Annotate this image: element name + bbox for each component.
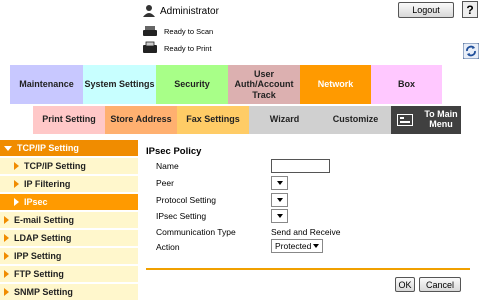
triangle-right-icon <box>14 180 19 188</box>
logout-button[interactable]: Logout <box>398 2 454 18</box>
tab-fax-settings[interactable]: Fax Settings <box>177 106 249 134</box>
communication-type-value: Send and Receive <box>271 227 341 237</box>
tab-wizard[interactable]: Wizard <box>249 106 320 134</box>
help-button[interactable]: ? <box>462 1 478 18</box>
ipsec-policy-panel: IPsec Policy Name Peer Protocol Setting … <box>146 140 470 303</box>
sidebar-subitem-tcpip-setting[interactable]: TCP/IP Setting <box>0 158 138 175</box>
sidebar-item-label: TCP/IP Setting <box>24 161 86 171</box>
tab-customize[interactable]: Customize <box>320 106 391 134</box>
menu-icon <box>397 114 413 126</box>
admin-indicator: Administrator <box>142 2 219 20</box>
triangle-right-icon <box>4 270 9 278</box>
sidebar-item-label: E-mail Setting <box>14 215 75 225</box>
chevron-down-icon <box>276 214 283 218</box>
sidebar-item-label: IPsec <box>24 197 48 207</box>
sidebar-item-label: TCP/IP Setting <box>17 143 79 153</box>
sidebar-item-label: IP Filtering <box>24 179 71 189</box>
triangle-right-icon <box>4 288 9 296</box>
sidebar-item-label: IPP Setting <box>14 251 62 261</box>
triangle-right-icon <box>4 234 9 242</box>
triangle-right-icon <box>4 252 9 260</box>
tab-store-address[interactable]: Store Address <box>105 106 177 134</box>
tab-print-setting[interactable]: Print Setting <box>33 106 105 134</box>
communication-type-label: Communication Type <box>156 227 236 237</box>
tab-maintenance[interactable]: Maintenance <box>10 65 83 104</box>
name-input[interactable] <box>271 159 330 173</box>
printer-icon <box>143 41 157 53</box>
action-label: Action <box>156 242 180 252</box>
scan-status: Ready to Scan <box>142 24 213 38</box>
ipsec-setting-select[interactable] <box>271 209 288 223</box>
protocol-setting-label: Protocol Setting <box>156 195 217 205</box>
protocol-setting-select[interactable] <box>271 193 288 207</box>
sidebar-item-label: SNMP Setting <box>14 287 73 297</box>
refresh-icon[interactable] <box>463 43 479 59</box>
tab-system-settings[interactable]: System Settings <box>83 65 156 104</box>
sidebar-item-ftp-setting[interactable]: FTP Setting <box>0 266 138 283</box>
tab-box[interactable]: Box <box>371 65 442 104</box>
tab-user-auth[interactable]: User Auth/Account Track <box>228 65 300 104</box>
sidebar-subitem-ip-filtering[interactable]: IP Filtering <box>0 176 138 193</box>
sidebar-subitem-ipsec[interactable]: IPsec <box>0 194 138 211</box>
action-select[interactable]: Protected <box>271 239 323 253</box>
cancel-button[interactable]: Cancel <box>419 277 461 292</box>
tab-security[interactable]: Security <box>156 65 228 104</box>
print-status-text: Ready to Print <box>164 43 212 53</box>
sidebar-item-label: LDAP Setting <box>14 233 72 243</box>
chevron-down-icon <box>313 244 319 248</box>
top-bar: Administrator Logout ? Ready to Scan Rea… <box>0 0 500 62</box>
sidebar-item-tcpip-setting[interactable]: TCP/IP Setting <box>0 140 138 157</box>
scan-status-text: Ready to Scan <box>164 26 214 36</box>
to-main-menu-label: To Main Menu <box>424 109 458 129</box>
to-main-menu-button[interactable]: To Main Menu <box>391 106 461 134</box>
sub-tabs: Print Setting Store Address Fax Settings… <box>33 106 461 134</box>
sidebar: TCP/IP Setting TCP/IP Setting IP Filteri… <box>0 140 138 303</box>
name-label: Name <box>156 161 179 171</box>
expanded-triangle-icon <box>4 145 12 151</box>
sidebar-item-ipp-setting[interactable]: IPP Setting <box>0 248 138 265</box>
triangle-right-icon <box>14 198 19 206</box>
main-tabs: Maintenance System Settings Security Use… <box>10 65 442 104</box>
peer-label: Peer <box>156 178 174 188</box>
sidebar-item-ldap-setting[interactable]: LDAP Setting <box>0 230 138 247</box>
divider <box>146 268 470 270</box>
sidebar-item-label: FTP Setting <box>14 269 64 279</box>
chevron-down-icon <box>276 198 283 202</box>
print-status: Ready to Print <box>142 41 212 55</box>
sidebar-item-email-setting[interactable]: E-mail Setting <box>0 212 138 229</box>
triangle-right-icon <box>4 216 9 224</box>
peer-select[interactable] <box>271 176 288 190</box>
page-title: IPsec Policy <box>146 146 202 157</box>
admin-name: Administrator <box>160 5 219 17</box>
tab-network[interactable]: Network <box>300 65 371 104</box>
chevron-down-icon <box>276 181 283 185</box>
triangle-right-icon <box>14 162 19 170</box>
ok-button[interactable]: OK <box>395 277 415 292</box>
ipsec-setting-label: IPsec Setting <box>156 211 207 221</box>
scanner-icon <box>143 26 157 36</box>
sidebar-item-snmp-setting[interactable]: SNMP Setting <box>0 284 138 301</box>
action-selected-value: Protected <box>275 241 312 251</box>
user-icon <box>143 5 155 17</box>
